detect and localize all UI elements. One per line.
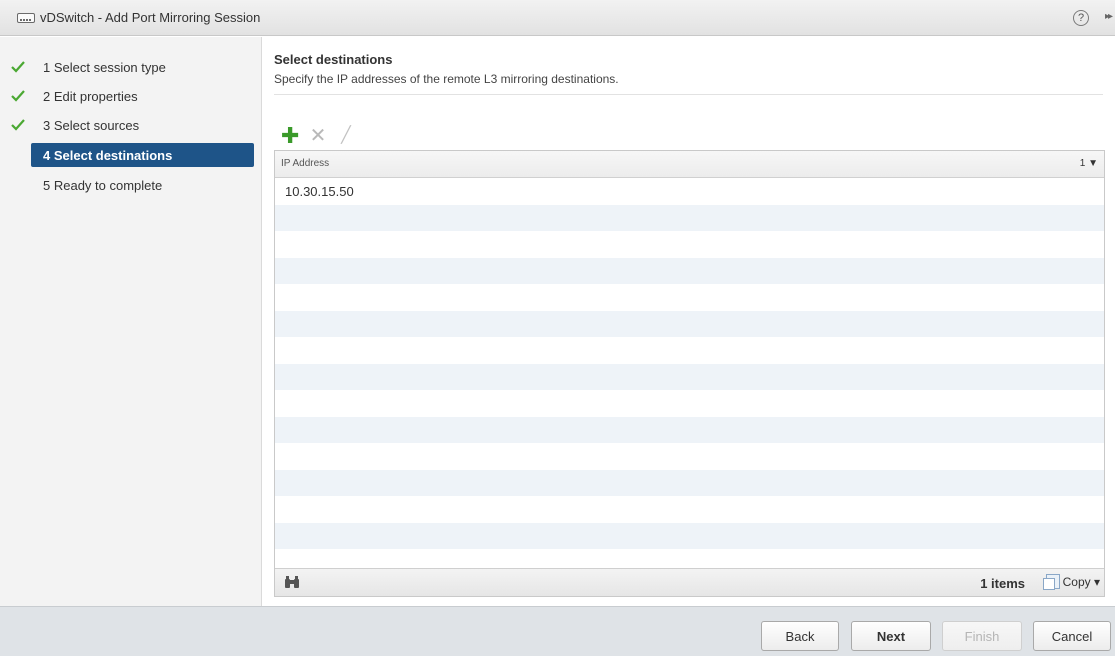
table-row	[275, 231, 1104, 258]
copy-button[interactable]: Copy ▾	[1042, 574, 1100, 590]
finish-button[interactable]: Finish	[942, 621, 1022, 651]
table-row	[275, 390, 1104, 417]
copy-icon	[1042, 574, 1060, 590]
table-row	[275, 522, 1104, 549]
step-label: 5 Ready to complete	[43, 177, 163, 193]
step-select-sources[interactable]: 3 Select sources	[11, 113, 254, 137]
table-row	[275, 204, 1104, 231]
step-label: 2 Edit properties	[43, 88, 138, 104]
table-row	[275, 496, 1104, 523]
table-row[interactable]: 10.30.15.50	[275, 178, 1104, 205]
dialog-title: vDSwitch - Add Port Mirroring Session	[40, 10, 261, 25]
expand-icon[interactable]: ▸▸	[1105, 11, 1113, 22]
step-select-destinations[interactable]: 4 Select destinations	[31, 143, 254, 167]
step-label: 1 Select session type	[43, 59, 166, 75]
page-description: Specify the IP addresses of the remote L…	[274, 72, 619, 86]
next-button[interactable]: Next	[851, 621, 931, 651]
step-label: 4 Select destinations	[43, 147, 173, 163]
grid-footer: 1 items Copy ▾	[275, 568, 1104, 596]
step-ready-to-complete[interactable]: 5 Ready to complete	[31, 173, 254, 197]
add-icon[interactable]: ✚	[281, 125, 299, 147]
wizard-button-bar: Back Next Finish Cancel	[0, 606, 1115, 656]
step-edit-properties[interactable]: 2 Edit properties	[11, 84, 254, 108]
table-row	[275, 416, 1104, 443]
sort-indicator[interactable]: 1 ▼	[1080, 158, 1098, 169]
help-icon[interactable]: ?	[1073, 10, 1089, 26]
table-row	[275, 363, 1104, 390]
table-row	[275, 549, 1104, 569]
grid-body: 10.30.15.50	[275, 178, 1104, 569]
table-row	[275, 310, 1104, 337]
copy-label: Copy ▾	[1062, 574, 1100, 589]
column-header-ip-address[interactable]: IP Address	[281, 158, 329, 169]
page-title: Select destinations	[274, 52, 393, 67]
table-row	[275, 257, 1104, 284]
divider	[274, 94, 1103, 95]
table-row	[275, 443, 1104, 470]
vdswitch-icon	[17, 12, 35, 23]
cancel-button[interactable]: Cancel	[1033, 621, 1111, 651]
dialog-titlebar: vDSwitch - Add Port Mirroring Session ? …	[0, 0, 1115, 36]
grid-header: IP Address 1 ▼	[275, 151, 1104, 178]
item-count: 1 items	[980, 576, 1025, 591]
ip-address-grid: IP Address 1 ▼ 10.30.15.50 1 items Copy …	[274, 150, 1105, 597]
checkmark-icon	[11, 90, 25, 102]
table-row	[275, 469, 1104, 496]
binoculars-icon[interactable]	[284, 574, 300, 590]
main-panel: Select destinations Specify the IP addre…	[263, 37, 1115, 606]
back-button[interactable]: Back	[761, 621, 839, 651]
grid-toolbar: ✚ ✕ ╱	[281, 125, 355, 147]
table-row	[275, 284, 1104, 311]
wizard-steps-sidebar: 1 Select session type 2 Edit properties …	[0, 37, 262, 606]
step-label: 3 Select sources	[43, 117, 140, 133]
checkmark-icon	[11, 119, 25, 131]
edit-icon[interactable]: ╱	[337, 127, 355, 145]
table-row	[275, 337, 1104, 364]
checkmark-icon	[11, 61, 25, 73]
step-select-session-type[interactable]: 1 Select session type	[11, 55, 254, 79]
remove-icon[interactable]: ✕	[309, 126, 327, 146]
